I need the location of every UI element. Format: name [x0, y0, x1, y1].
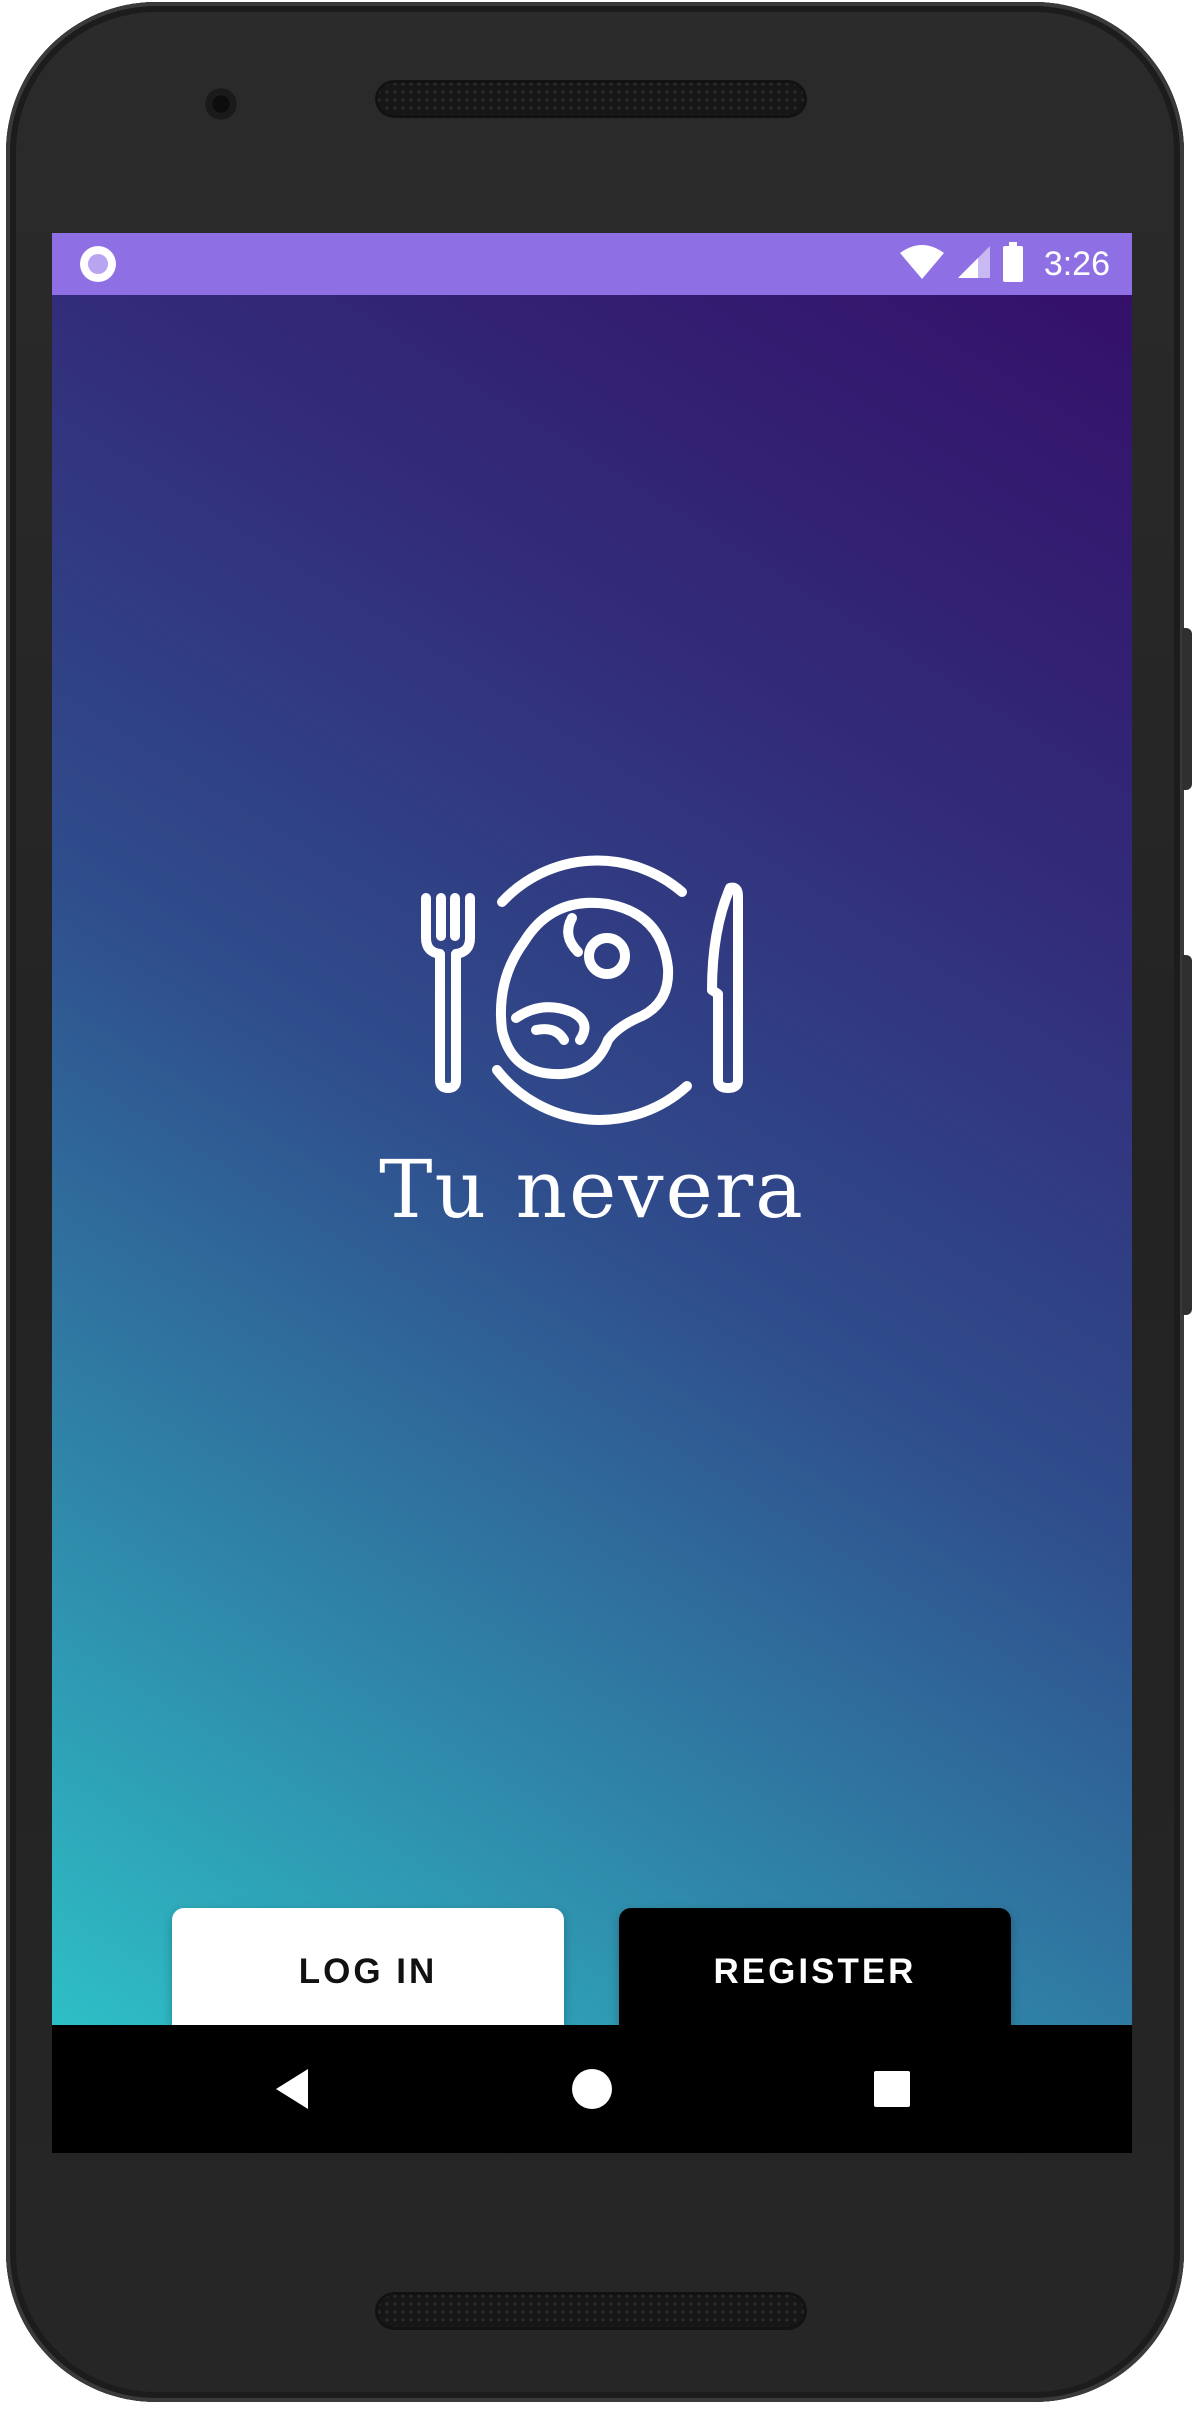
wifi-icon — [898, 243, 946, 286]
notification-dot-icon — [80, 246, 116, 282]
power-button — [1182, 628, 1192, 790]
status-bar: 3:26 — [52, 233, 1132, 295]
navigation-bar — [52, 2025, 1132, 2153]
splash-screen: Tu nevera LOG IN REGISTER — [52, 295, 1132, 2036]
app-title: Tu nevera — [379, 1143, 805, 1236]
earpiece-speaker — [375, 80, 807, 118]
device-frame: 3:26 Tu nevera LOG IN REGISTER — [0, 0, 1194, 2409]
front-camera — [201, 84, 241, 124]
status-time: 3:26 — [1043, 245, 1110, 283]
status-icons: 3:26 — [898, 241, 1110, 287]
cell-signal-icon — [956, 244, 992, 285]
volume-button — [1182, 955, 1192, 1315]
back-icon[interactable] — [252, 2049, 332, 2129]
battery-icon — [1002, 241, 1024, 287]
screen: 3:26 Tu nevera LOG IN REGISTER — [52, 233, 1132, 2153]
register-button[interactable]: REGISTER — [619, 1908, 1011, 2036]
bottom-speaker — [375, 2292, 807, 2330]
home-icon[interactable] — [552, 2049, 632, 2129]
plate-with-steak-fork-knife-icon — [412, 840, 772, 1140]
recents-icon[interactable] — [852, 2049, 932, 2129]
login-button[interactable]: LOG IN — [172, 1908, 564, 2036]
